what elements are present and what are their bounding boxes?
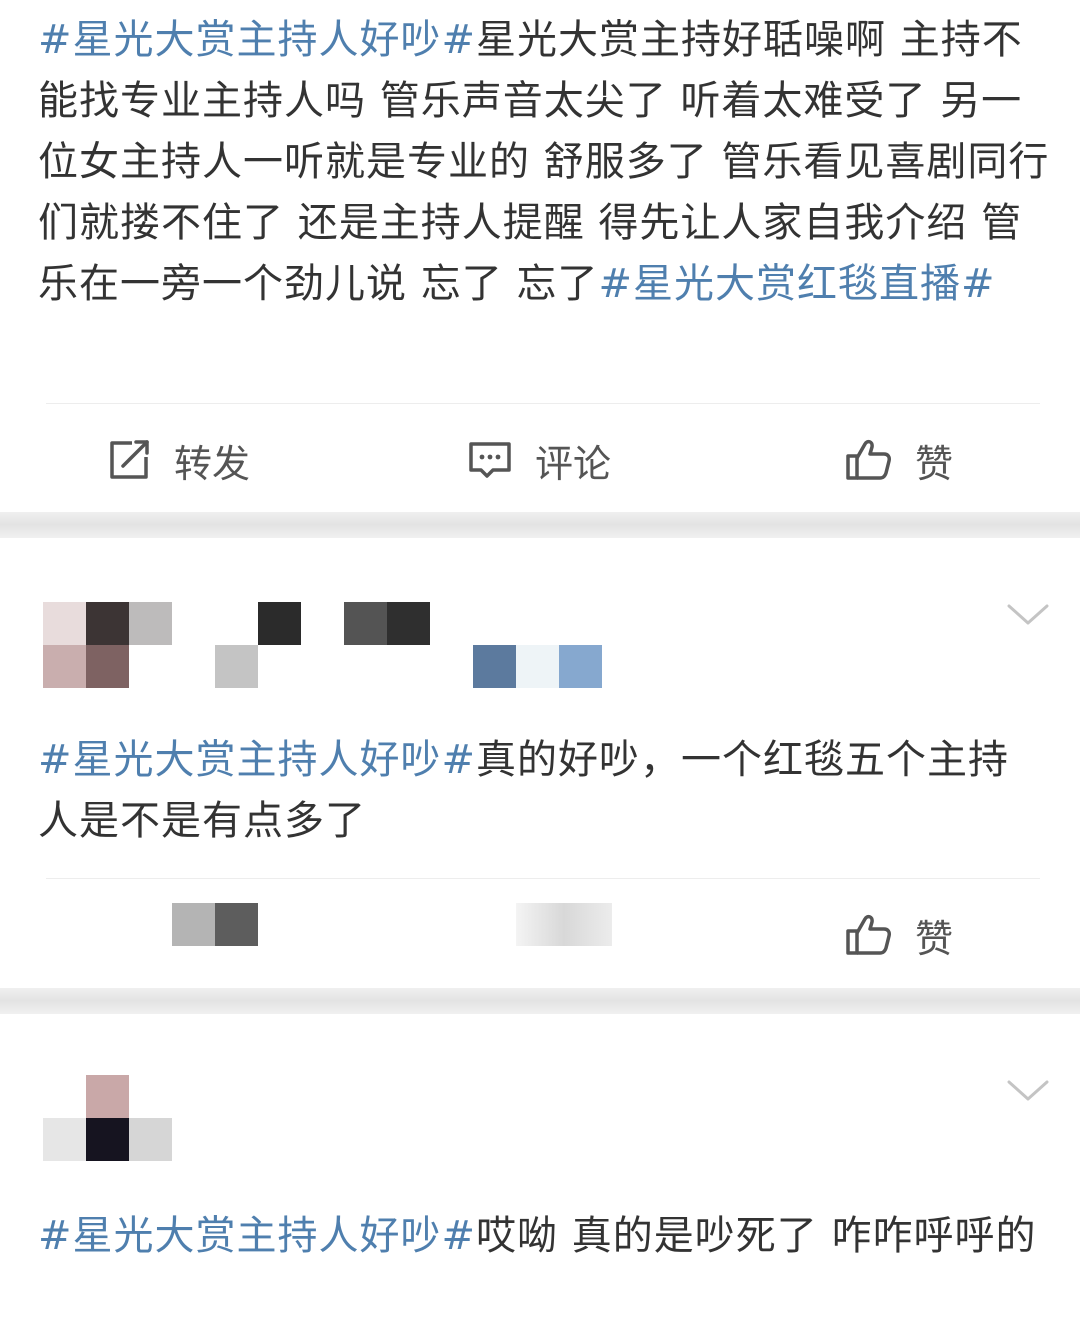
post-hashtag-2[interactable]: #星光大赏红毯直播# [598,261,995,307]
like-icon [845,911,893,959]
comment-text: #星光大赏主持人好吵#真的好吵，一个红毯五个主持人是不是有点多了 [38,730,1050,852]
comment-hashtag[interactable]: #星光大赏主持人好吵# [38,737,476,783]
comment-label: 评论 [535,441,612,486]
comment-body: 哎呦 真的是吵死了 咋咋呼呼的 [476,1213,1037,1259]
repost-button[interactable]: 转发 [106,410,250,510]
chevron-down-icon[interactable] [1006,1078,1050,1108]
censored-user-info [43,602,603,688]
repost-label: 转发 [174,441,251,486]
like-icon [845,436,893,484]
section-separator [0,988,1080,1014]
like-label: 赞 [915,441,954,486]
post-hashtag-1[interactable]: #星光大赏主持人好吵# [38,17,476,63]
post-text: #星光大赏主持人好吵#星光大赏主持好聒噪啊 主持不能找专业主持人吗 管乐声音太尖… [38,10,1050,315]
chevron-down-icon[interactable] [1006,602,1050,632]
comment-action-bar: 赞 [0,885,1080,985]
section-separator [0,512,1080,538]
post-action-bar: 转发 评论 赞 [0,410,1080,510]
comment-button[interactable]: 评论 [467,410,611,510]
divider [46,878,1040,879]
like-button[interactable]: 赞 [845,885,953,985]
censored-action [516,903,612,946]
like-label: 赞 [915,916,954,961]
like-button[interactable]: 赞 [845,410,953,510]
repost-icon [106,437,152,483]
comment-hashtag[interactable]: #星光大赏主持人好吵# [38,1213,476,1259]
comment-text: #星光大赏主持人好吵#哎呦 真的是吵死了 咋咋呼呼的 [38,1206,1050,1267]
censored-action [172,903,258,946]
censored-user-info [43,1075,173,1165]
divider [46,403,1040,404]
comment-icon [467,437,513,483]
